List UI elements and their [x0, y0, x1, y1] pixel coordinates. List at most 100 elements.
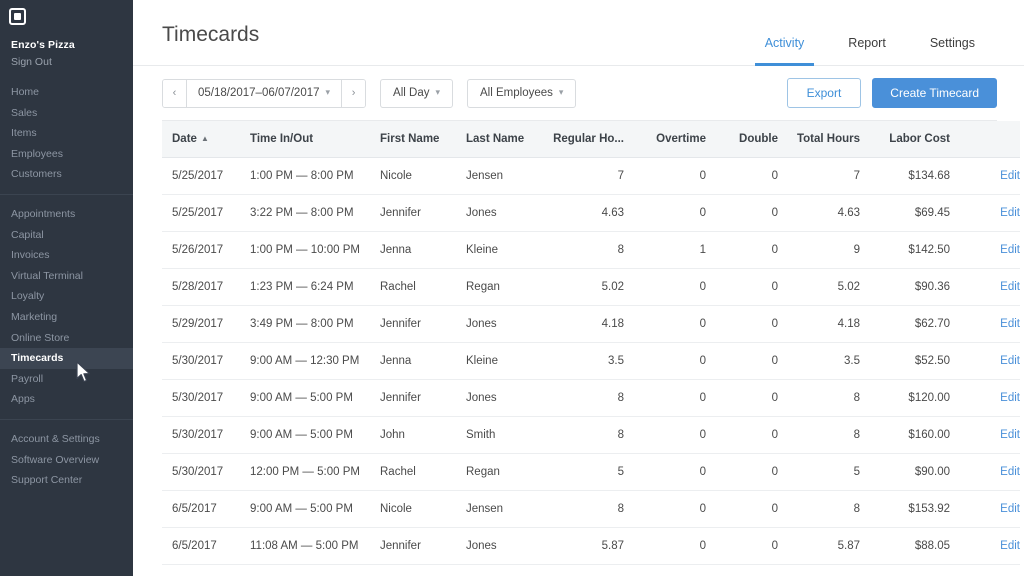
- square-logo-icon[interactable]: [9, 8, 27, 26]
- edit-link[interactable]: Edit: [1000, 207, 1020, 219]
- timecard-overtime: 0: [634, 194, 716, 231]
- sidebar-item-online-store[interactable]: Online Store: [0, 328, 133, 349]
- timecard-date: 5/30/2017: [162, 416, 250, 453]
- sidebar-item-loyalty[interactable]: Loyalty: [0, 286, 133, 307]
- edit-cell: Edit: [960, 342, 1020, 379]
- timecard-first-name: John: [380, 416, 466, 453]
- timecard-total-hours: 9: [788, 231, 870, 268]
- sidebar-item-invoices[interactable]: Invoices: [0, 245, 133, 266]
- edit-link[interactable]: Edit: [1000, 244, 1020, 256]
- edit-cell: Edit: [960, 416, 1020, 453]
- sidebar-item-software-overview[interactable]: Software Overview: [0, 450, 133, 471]
- timecard-overtime: 1: [634, 231, 716, 268]
- app-root: Enzo's Pizza Sign Out Home Sales Items E…: [0, 0, 1024, 576]
- sidebar-item-sales[interactable]: Sales: [0, 103, 133, 124]
- edit-link[interactable]: Edit: [1000, 466, 1020, 478]
- timecard-last-name: Smith: [466, 416, 544, 453]
- edit-link[interactable]: Edit: [1000, 318, 1020, 330]
- timecard-overtime: 0: [634, 490, 716, 527]
- employee-filter-dropdown[interactable]: All Employees ▾: [467, 79, 576, 108]
- sidebar-item-customers[interactable]: Customers: [0, 164, 133, 185]
- table-row[interactable]: 5/30/201712:00 PM — 5:00 PMRachelRegan50…: [162, 453, 1020, 490]
- chevron-right-icon[interactable]: ›: [341, 80, 365, 107]
- timecard-last-name: Kleine: [466, 231, 544, 268]
- column-header-regular-hours[interactable]: Regular Ho...: [544, 121, 634, 157]
- chevron-down-icon: ▾: [326, 87, 331, 98]
- main-content: Timecards Activity Report Settings ‹ 05/…: [133, 0, 1024, 576]
- sidebar-item-account-settings[interactable]: Account & Settings: [0, 429, 133, 450]
- column-header-time-in-out[interactable]: Time In/Out: [250, 121, 380, 157]
- chevron-left-icon[interactable]: ‹: [163, 80, 187, 107]
- date-range-selector[interactable]: 05/18/2017–06/07/2017 ▾: [187, 80, 341, 107]
- tab-activity[interactable]: Activity: [743, 36, 827, 65]
- edit-link[interactable]: Edit: [1000, 392, 1020, 404]
- timecard-first-name: Jennifer: [380, 305, 466, 342]
- timecard-last-name: Jensen: [466, 490, 544, 527]
- export-button[interactable]: Export: [787, 78, 862, 108]
- sidebar-item-home[interactable]: Home: [0, 82, 133, 103]
- edit-link[interactable]: Edit: [1000, 503, 1020, 515]
- column-header-first-name[interactable]: First Name: [380, 121, 466, 157]
- column-header-date[interactable]: Date▲: [162, 121, 250, 157]
- table-row[interactable]: 5/25/20171:00 PM — 8:00 PMNicoleJensen70…: [162, 157, 1020, 194]
- column-header-double[interactable]: Double: [716, 121, 788, 157]
- date-range-value: 05/18/2017–06/07/2017: [198, 87, 320, 99]
- timecard-time-in-out: 12:00 PM — 5:00 PM: [250, 453, 380, 490]
- chevron-down-icon: ▾: [559, 87, 564, 98]
- timecard-double: 0: [716, 231, 788, 268]
- timecard-first-name: Jennifer: [380, 379, 466, 416]
- column-header-last-name[interactable]: Last Name: [466, 121, 544, 157]
- timecard-last-name: Jones: [466, 527, 544, 564]
- table-row[interactable]: 5/29/20173:49 PM — 8:00 PMJenniferJones4…: [162, 305, 1020, 342]
- column-header-labor-cost[interactable]: Labor Cost: [870, 121, 960, 157]
- sidebar-nav-footer: Account & Settings Software Overview Sup…: [0, 429, 133, 491]
- timecard-total-hours: 8: [788, 490, 870, 527]
- timecard-time-in-out: 9:00 AM — 5:00 PM: [250, 379, 380, 416]
- table-row[interactable]: 6/5/201712:00 PM — 6:00 PMRachelRegan600…: [162, 564, 1020, 576]
- day-filter-dropdown[interactable]: All Day ▾: [380, 79, 453, 108]
- edit-link[interactable]: Edit: [1000, 429, 1020, 441]
- timecard-regular-hours: 8: [544, 379, 634, 416]
- tab-report[interactable]: Report: [826, 36, 908, 65]
- edit-link[interactable]: Edit: [1000, 355, 1020, 367]
- sidebar-item-virtual-terminal[interactable]: Virtual Terminal: [0, 266, 133, 287]
- table-row[interactable]: 5/26/20171:00 PM — 10:00 PMJennaKleine81…: [162, 231, 1020, 268]
- column-header-overtime[interactable]: Overtime: [634, 121, 716, 157]
- edit-cell: Edit: [960, 305, 1020, 342]
- timecard-double: 0: [716, 194, 788, 231]
- edit-link[interactable]: Edit: [1000, 170, 1020, 182]
- sidebar-item-employees[interactable]: Employees: [0, 144, 133, 165]
- sidebar-item-marketing[interactable]: Marketing: [0, 307, 133, 328]
- sidebar-item-timecards[interactable]: Timecards: [0, 348, 133, 369]
- sidebar-item-payroll[interactable]: Payroll: [0, 369, 133, 390]
- table-row[interactable]: 5/30/20179:00 AM — 5:00 PMJenniferJones8…: [162, 379, 1020, 416]
- table-header-row: Date▲ Time In/Out First Name Last Name R…: [162, 121, 1020, 157]
- edit-link[interactable]: Edit: [1000, 281, 1020, 293]
- table-row[interactable]: 5/30/20179:00 AM — 5:00 PMJohnSmith8008$…: [162, 416, 1020, 453]
- sign-out-link[interactable]: Sign Out: [11, 56, 133, 68]
- timecard-total-hours: 5: [788, 453, 870, 490]
- table-row[interactable]: 6/5/201711:08 AM — 5:00 PMJenniferJones5…: [162, 527, 1020, 564]
- column-header-total-hours[interactable]: Total Hours: [788, 121, 870, 157]
- table-row[interactable]: 6/5/20179:00 AM — 5:00 PMNicoleJensen800…: [162, 490, 1020, 527]
- table-row[interactable]: 5/28/20171:23 PM — 6:24 PMRachelRegan5.0…: [162, 268, 1020, 305]
- edit-link[interactable]: Edit: [1000, 540, 1020, 552]
- caret-up-icon: ▲: [201, 134, 209, 143]
- sidebar-item-items[interactable]: Items: [0, 123, 133, 144]
- timecard-regular-hours: 8: [544, 416, 634, 453]
- table-row[interactable]: 5/25/20173:22 PM — 8:00 PMJenniferJones4…: [162, 194, 1020, 231]
- create-timecard-button[interactable]: Create Timecard: [872, 78, 997, 108]
- timecard-first-name: Rachel: [380, 564, 466, 576]
- timecard-double: 0: [716, 453, 788, 490]
- timecard-first-name: Nicole: [380, 490, 466, 527]
- timecard-overtime: 0: [634, 379, 716, 416]
- sidebar-item-support-center[interactable]: Support Center: [0, 470, 133, 491]
- sidebar-item-apps[interactable]: Apps: [0, 389, 133, 410]
- table-row[interactable]: 5/30/20179:00 AM — 12:30 PMJennaKleine3.…: [162, 342, 1020, 379]
- table-header: Date▲ Time In/Out First Name Last Name R…: [162, 121, 1020, 157]
- sidebar-item-appointments[interactable]: Appointments: [0, 204, 133, 225]
- tab-settings[interactable]: Settings: [908, 36, 997, 65]
- chevron-down-icon: ▾: [435, 87, 440, 98]
- timecard-labor-cost: $120.00: [870, 379, 960, 416]
- sidebar-item-capital[interactable]: Capital: [0, 225, 133, 246]
